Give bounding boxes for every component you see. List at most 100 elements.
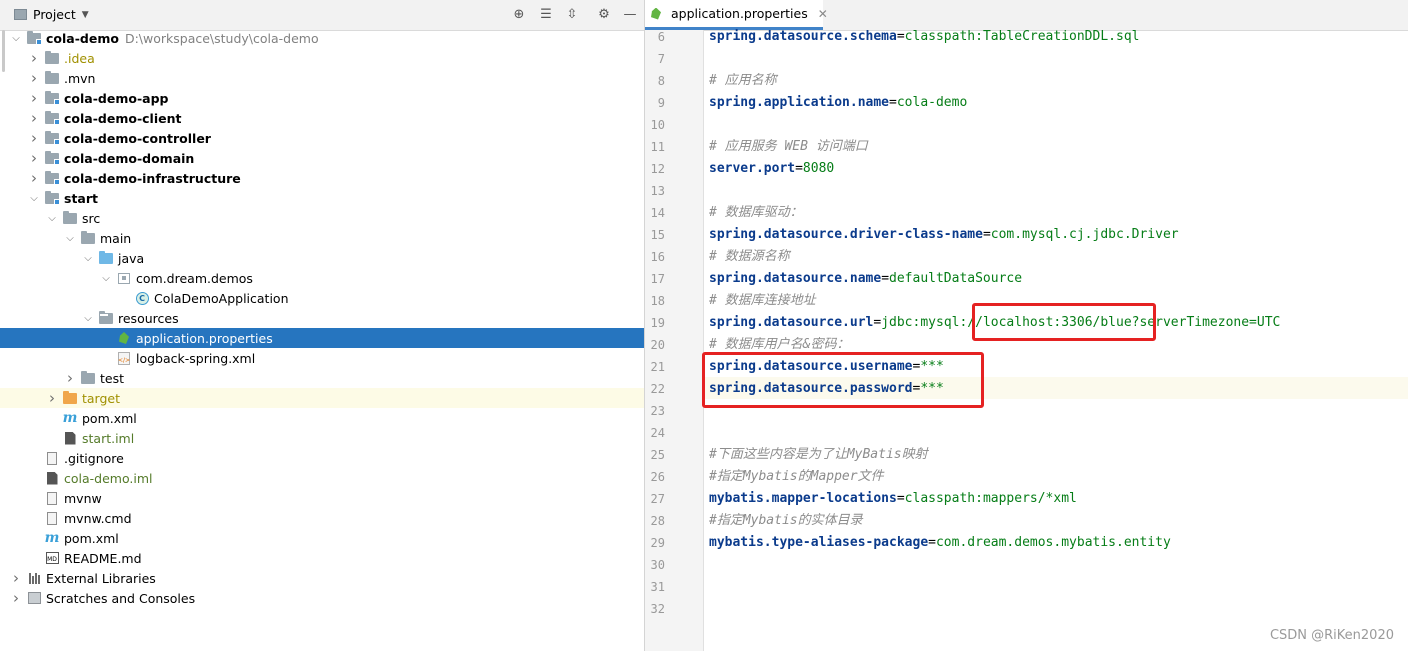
chevron-down-icon: ▼ [81,9,89,20]
property-key: spring.datasource.schema [709,29,897,44]
minimize-icon[interactable]: — [622,6,638,22]
target-icon[interactable]: ⊕ [511,6,527,22]
tree-item[interactable]: › cola-demo-controller [0,128,644,148]
tree-item[interactable]: .gitignore [0,448,644,468]
line-number: 8 [657,74,665,88]
folder-icon [62,210,78,225]
comment-text: # 数据库连接地址 [709,293,816,308]
tree-item[interactable]: › test [0,368,644,388]
tree-item[interactable]: m pom.xml [0,408,644,428]
chevron-right-icon[interactable]: › [28,149,40,167]
gear-icon[interactable]: ⚙ [596,6,612,22]
code-line: spring.datasource.driver-class-name=com.… [709,224,1179,246]
line-number: 32 [650,602,665,616]
chevron-right-icon[interactable]: › [28,109,40,127]
tree-item[interactable]: cola-demo.iml [0,468,644,488]
code-line: # 数据库驱动： [709,202,803,224]
tree-item-label: start [64,190,98,206]
tree-item[interactable]: › cola-demo-infrastructure [0,168,644,188]
property-value: classpath:mappers/*xml [904,491,1077,506]
line-number: 20 [650,338,665,352]
tree-item[interactable]: › target [0,388,644,408]
tree-item[interactable]: › .idea [0,48,644,68]
excluded-folder-icon [62,390,78,405]
maven-icon: m [62,410,78,426]
editor-pane: application.properties ✕ 6 7 8 9 10 11 12 13 14 1… [645,0,1408,651]
markdown-icon: MD [44,551,60,565]
code-line: # 数据库连接地址 [709,290,816,312]
iml-file-icon [44,471,60,485]
tree-item[interactable]: › Scratches and Consoles [0,588,644,608]
chevron-down-icon[interactable]: ⌵ [28,192,40,204]
property-key: server.port [709,161,796,176]
expand-icon[interactable]: ⇳ [564,6,580,22]
tree-item[interactable]: ⌵ cola-demo D:\workspace\study\cola-demo [0,28,644,48]
chevron-right-icon[interactable]: › [10,569,22,587]
line-number: 28 [650,514,665,528]
collapse-all-icon[interactable]: ☰ [538,6,554,22]
comment-text: #指定Mybatis的Mapper文件 [709,469,884,484]
tree-item-label: mvnw [64,490,102,506]
project-view-selector[interactable]: Project ▼ [14,7,89,22]
tree-item[interactable]: › cola-demo-client [0,108,644,128]
chevron-right-icon[interactable]: › [28,49,40,67]
chevron-down-icon[interactable]: ⌵ [82,312,94,324]
annotation-box-url [972,303,1156,341]
chevron-down-icon[interactable]: ⌵ [100,272,112,284]
chevron-right-icon[interactable]: › [10,589,22,607]
tree-item-label: com.dream.demos [136,270,253,286]
comment-text: # 数据源名称 [709,249,790,264]
folder-icon [80,230,96,245]
property-value: defaultDataSource [889,271,1023,286]
tree-item[interactable]: m pom.xml [0,528,644,548]
spring-leaf-icon [116,331,132,345]
tree-item-label: cola-demo.iml [64,470,153,486]
comment-text: # 应用服务 WEB 访问端口 [709,139,868,154]
chevron-down-icon[interactable]: ⌵ [46,212,58,224]
tree-item[interactable]: ⌵ main [0,228,644,248]
tree-item[interactable]: ⌵ resources [0,308,644,328]
chevron-right-icon[interactable]: › [28,129,40,147]
code-line: # 应用名称 [709,70,777,92]
tree-item-label: logback-spring.xml [136,350,256,366]
code-line: # 数据源名称 [709,246,790,268]
tree-item[interactable]: ⌵ src [0,208,644,228]
chevron-right-icon[interactable]: › [46,389,58,407]
tree-item[interactable]: MD README.md [0,548,644,568]
tree-item-label: mvnw.cmd [64,510,132,526]
chevron-down-icon[interactable]: ⌵ [64,232,76,244]
tree-item[interactable]: › cola-demo-app [0,88,644,108]
tree-item[interactable]: mvnw.cmd [0,508,644,528]
tree-item[interactable]: mvnw [0,488,644,508]
tree-item-label: External Libraries [46,570,156,586]
tree-item[interactable]: </> logback-spring.xml [0,348,644,368]
tree-item[interactable]: application.properties [0,328,644,348]
chevron-right-icon[interactable]: › [28,89,40,107]
tree-item[interactable]: C ColaDemoApplication [0,288,644,308]
tree-item[interactable]: ⌵ java [0,248,644,268]
property-value: classpath:TableCreationDDL.sql [904,29,1140,44]
annotation-box-credentials [702,352,984,408]
tree-item[interactable]: start.iml [0,428,644,448]
tree-item[interactable]: ⌵ com.dream.demos [0,268,644,288]
chevron-right-icon[interactable]: › [28,169,40,187]
property-value: cola-demo [896,95,968,110]
close-icon[interactable]: ✕ [818,7,828,21]
line-number: 11 [650,140,665,154]
chevron-down-icon[interactable]: ⌵ [82,252,94,264]
line-number: 25 [650,448,665,462]
property-key: mybatis.mapper-locations [709,491,897,506]
module-folder-icon [44,150,60,165]
line-number: 18 [650,294,665,308]
equals-sign: = [889,95,897,110]
xml-file-icon: </> [116,351,132,365]
tree-item[interactable]: › External Libraries [0,568,644,588]
tree-item[interactable]: › .mvn [0,68,644,88]
watermark: CSDN @RiKen2020 [1269,628,1394,643]
chevron-right-icon[interactable]: › [28,69,40,87]
code-line: #下面这些内容是为了让MyBatis映射 [709,444,928,466]
chevron-right-icon[interactable]: › [64,369,76,387]
tree-item[interactable]: ⌵ start [0,188,644,208]
tree-item[interactable]: › cola-demo-domain [0,148,644,168]
chevron-down-icon[interactable]: ⌵ [10,32,22,44]
